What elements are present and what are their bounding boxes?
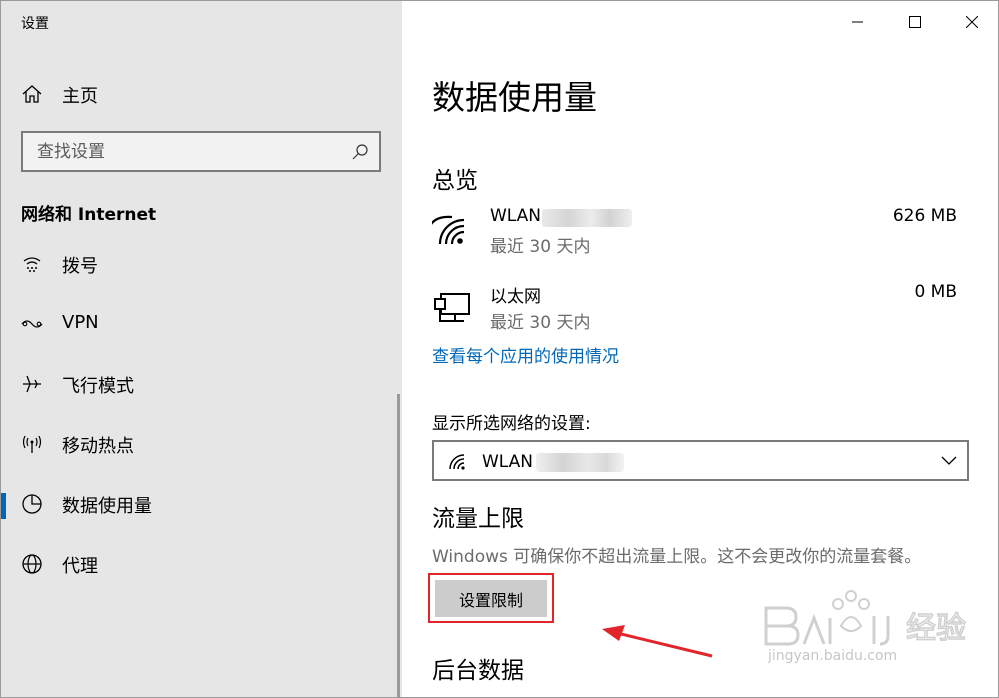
sidebar-item-dialup[interactable]: 拨号	[1, 236, 402, 292]
section-title: 网络和 Internet	[21, 205, 157, 225]
sidebar-item-label: 主页	[62, 86, 98, 107]
data-limit-heading: 流量上限	[432, 506, 524, 532]
annotation-arrow	[602, 625, 713, 658]
wifi-icon	[432, 215, 465, 245]
data-limit-description: Windows 可确保你不超出流量上限。这不会更改你的流量套餐。	[432, 547, 922, 567]
network-row-ethernet: 以太网 最近 30 天内 0 MB	[432, 282, 962, 342]
ethernet-icon	[434, 293, 470, 322]
sidebar-item-label: 拨号	[62, 256, 98, 277]
app-title: 设置	[21, 16, 49, 32]
set-limit-button[interactable]: 设置限制	[435, 580, 547, 617]
sidebar-item-proxy[interactable]: 代理	[1, 536, 402, 592]
hotspot-icon	[22, 435, 42, 453]
globe-icon	[22, 554, 42, 574]
minimize-icon	[851, 21, 863, 23]
network-select[interactable]: WLAN (	[432, 440, 969, 481]
network-select-label: 显示所选网络的设置:	[432, 414, 591, 434]
redacted-ssid	[542, 209, 632, 227]
settings-window: 设置 主页 网络和 Internet 拨号	[0, 0, 999, 698]
sidebar-item-label: 代理	[62, 556, 98, 577]
sidebar-item-vpn[interactable]: VPN	[1, 296, 402, 352]
sidebar: 设置 主页 网络和 Internet 拨号	[1, 1, 402, 697]
network-name: 以太网	[490, 287, 541, 307]
overview-heading: 总览	[432, 168, 478, 194]
close-icon	[965, 16, 978, 28]
sidebar-item-home[interactable]: 主页	[1, 73, 402, 115]
sidebar-item-airplane-mode[interactable]: 飞行模式	[1, 356, 402, 412]
network-period: 最近 30 天内	[490, 313, 591, 333]
search-box[interactable]	[21, 131, 381, 172]
maximize-button[interactable]	[886, 1, 943, 43]
baidu-logo-icon: 经验	[764, 590, 967, 647]
minimize-button[interactable]	[829, 1, 886, 43]
page-title: 数据使用量	[432, 78, 597, 117]
network-usage: 0 MB	[914, 282, 957, 302]
airplane-icon	[23, 375, 41, 393]
wifi-icon	[449, 454, 465, 470]
network-row-wlan: WLAN 最近 30 天内 626 MB	[432, 206, 962, 266]
home-icon	[22, 85, 42, 103]
redacted-ssid	[536, 453, 624, 472]
sidebar-item-label: 数据使用量	[62, 496, 152, 517]
background-data-heading: 后台数据	[432, 658, 524, 684]
data-usage-icon	[22, 494, 42, 514]
active-indicator	[1, 493, 6, 519]
sidebar-item-label: 移动热点	[62, 436, 134, 457]
network-name: WLAN	[490, 206, 542, 226]
watermark-url: jingyan.baidu.com	[768, 648, 898, 664]
sidebar-item-hotspot[interactable]: 移动热点	[1, 416, 402, 472]
sidebar-scrollbar[interactable]	[397, 394, 400, 697]
sidebar-item-data-usage[interactable]: 数据使用量	[1, 476, 402, 532]
app-usage-link[interactable]: 查看每个应用的使用情况	[432, 342, 619, 367]
dialup-icon	[23, 257, 41, 272]
maximize-icon	[908, 16, 921, 28]
search-input[interactable]	[37, 141, 337, 163]
search-icon[interactable]	[351, 143, 369, 161]
network-period: 最近 30 天内	[490, 237, 591, 257]
network-usage: 626 MB	[892, 206, 957, 226]
svg-text:经验: 经验	[906, 611, 966, 646]
baidu-watermark: 经验 jingyan.baidu.com	[756, 586, 996, 686]
sidebar-item-label: 飞行模式	[62, 376, 134, 397]
vpn-icon	[21, 320, 43, 328]
chevron-down-icon	[941, 456, 957, 465]
close-button[interactable]	[943, 1, 998, 43]
sidebar-item-label: VPN	[62, 312, 99, 333]
